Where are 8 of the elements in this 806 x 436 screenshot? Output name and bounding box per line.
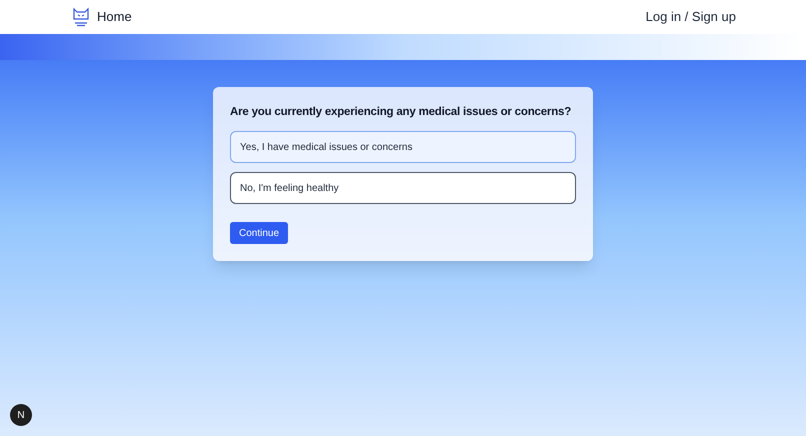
login-signup-link[interactable]: Log in / Sign up xyxy=(646,7,736,27)
continue-button[interactable]: Continue xyxy=(230,222,288,244)
cat-logo-icon[interactable] xyxy=(72,7,90,27)
home-link[interactable]: Home xyxy=(97,7,132,27)
dev-badge[interactable]: N xyxy=(10,404,32,426)
answer-option[interactable]: Yes, I have medical issues or concerns xyxy=(230,131,576,164)
question-title: Are you currently experiencing any medical issues or concerns? xyxy=(230,105,572,120)
answer-option[interactable]: No, I'm feeling healthy xyxy=(230,172,576,204)
